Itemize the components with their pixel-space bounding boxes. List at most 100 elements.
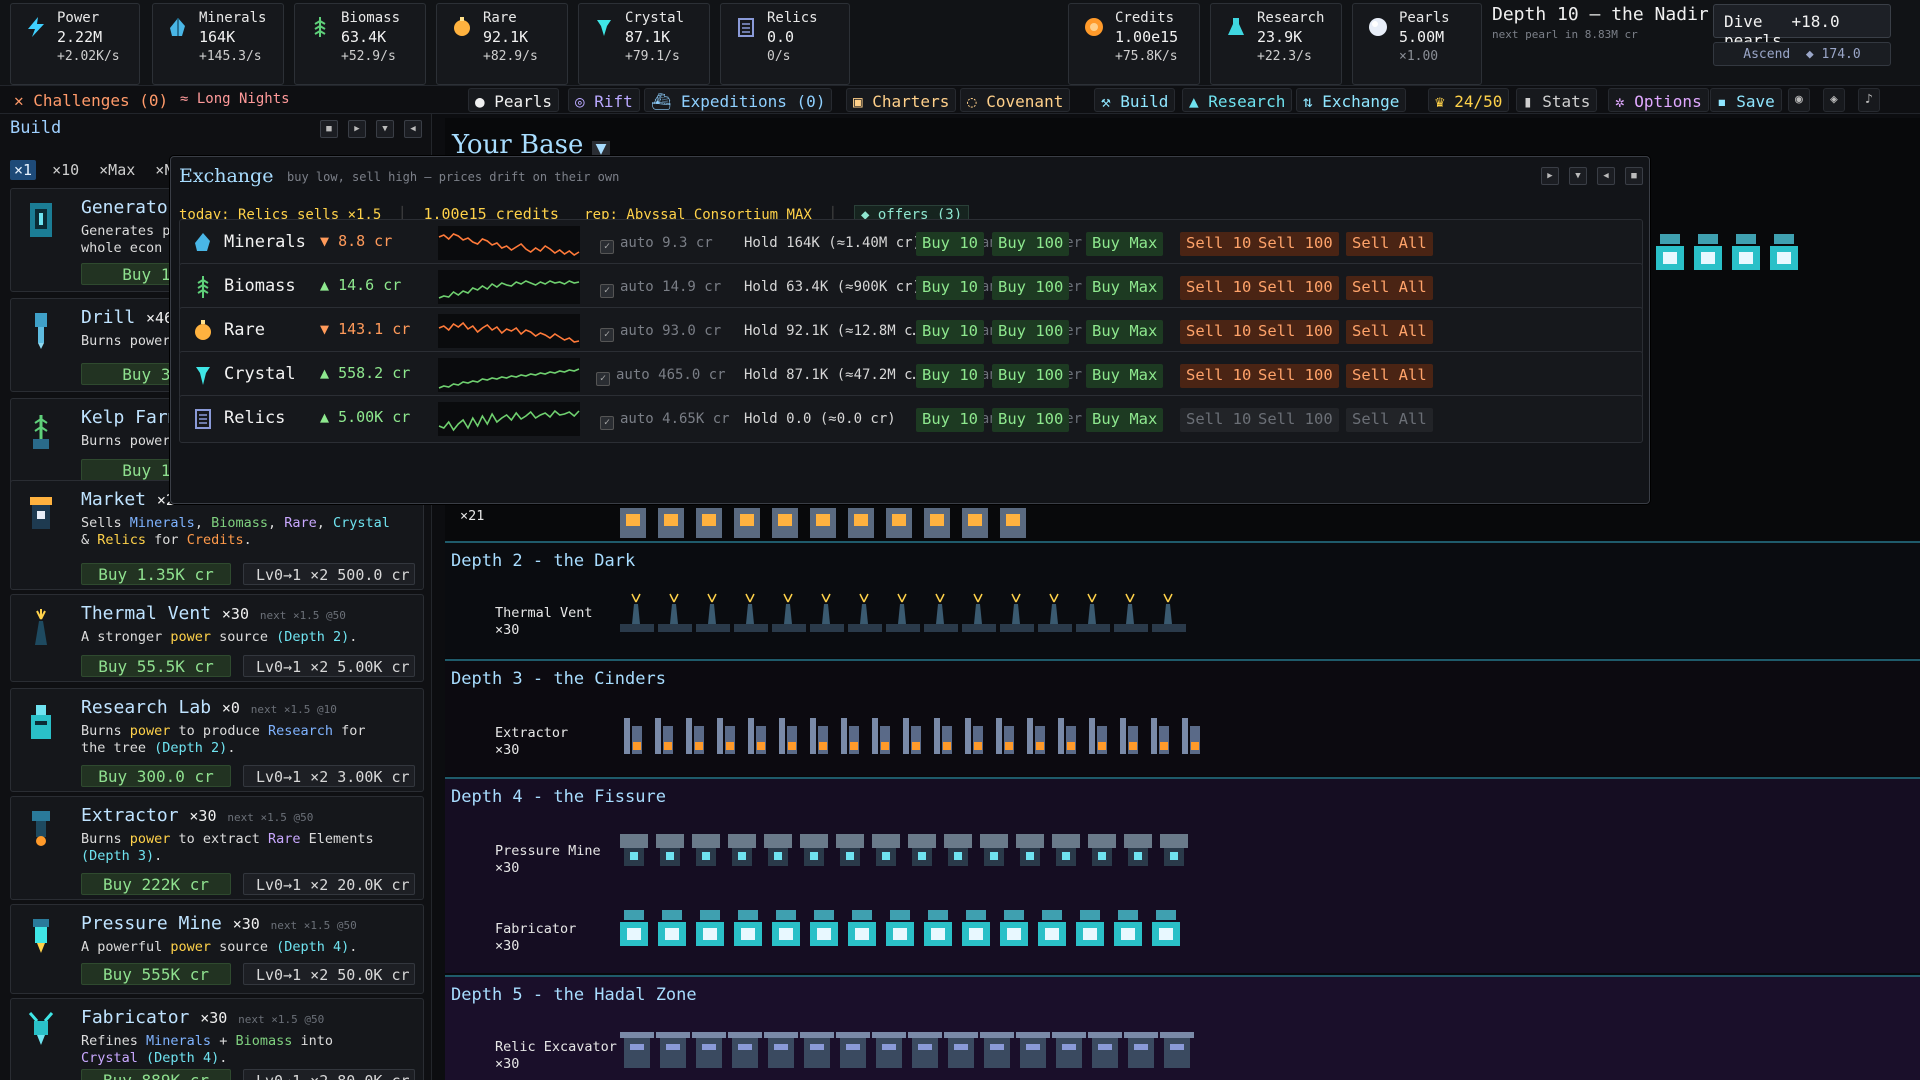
checkbox-checked[interactable]: ✓ — [600, 240, 614, 254]
sell-10-button[interactable]: Sell 10 — [1180, 364, 1258, 388]
machine-row-depth1 — [1656, 232, 1806, 280]
buy-10-button[interactable]: Buy 10 — [916, 276, 984, 300]
level-up-button[interactable]: Lv0→1 ×2 500.0 cr — [243, 563, 415, 585]
tab-charters[interactable]: ▣ Charters — [846, 88, 957, 112]
resource-rate: +2.02K/s — [57, 49, 120, 64]
sell-10-button[interactable]: Sell 10 — [1180, 276, 1258, 300]
buy-100-button[interactable]: Buy 100 — [992, 408, 1070, 432]
level-up-button[interactable]: Lv0→1 ×2 50.0K cr — [243, 963, 415, 985]
exchange-row-minerals: Minerals ▼ 8.8 cr ✓ auto 9.3 cr Hold 164K (≈… — [179, 219, 1643, 267]
qty-x10[interactable]: ×10 — [48, 160, 83, 180]
chevron-down-icon[interactable]: ▼ — [591, 141, 611, 157]
music-icon[interactable]: ♪ — [1858, 88, 1880, 112]
buy-max-button[interactable]: Buy Max — [1086, 276, 1164, 300]
auto-trade-toggle[interactable]: ✓ auto 14.9 cr — [600, 279, 721, 298]
tab-stats[interactable]: ▮ Stats — [1516, 88, 1598, 112]
collapse-icon[interactable]: ■ — [320, 120, 338, 138]
tab-exchange[interactable]: ⇅ Exchange — [1296, 88, 1407, 112]
buy-button[interactable]: Buy 889K cr — [81, 1069, 231, 1080]
buy-10-button[interactable]: Buy 10 — [916, 320, 984, 344]
sell-100-button[interactable]: Sell 100 — [1252, 408, 1339, 432]
sell-all-button[interactable]: Sell All — [1346, 232, 1433, 256]
resource-rate: +22.3/s — [1257, 49, 1312, 64]
tab-options[interactable]: ✲ Options — [1608, 88, 1709, 112]
long-nights-badge[interactable]: ≈ Long Nights — [174, 88, 296, 112]
checkbox-checked[interactable]: ✓ — [600, 284, 614, 298]
checkbox-checked[interactable]: ✓ — [596, 372, 610, 386]
sell-10-button[interactable]: Sell 10 — [1180, 408, 1258, 432]
tab-covenant[interactable]: ◌ Covenant — [960, 88, 1071, 112]
tab-label: Charters — [872, 92, 950, 111]
credits-icon — [1085, 18, 1103, 36]
buy-10-button[interactable]: Buy 10 — [916, 364, 984, 388]
buy-max-button[interactable]: Buy Max — [1086, 364, 1164, 388]
buy-100-button[interactable]: Buy 100 — [992, 232, 1070, 256]
buy-max-button[interactable]: Buy Max — [1086, 408, 1164, 432]
buy-max-button[interactable]: Buy Max — [1086, 320, 1164, 344]
section-title: Depth 5 - the Hadal Zone — [451, 985, 697, 1005]
play-icon[interactable]: ▶ — [1541, 167, 1559, 185]
buy-button[interactable]: Buy 1.35K cr — [81, 563, 231, 585]
chevron-left-icon[interactable]: ◀ — [404, 120, 422, 138]
chevron-down-icon[interactable]: ▼ — [376, 120, 394, 138]
tab-build[interactable]: ⚒ Build — [1094, 88, 1176, 112]
exchange-modal: Exchange buy low, sell high — prices dri… — [170, 156, 1650, 504]
sell-all-button[interactable]: Sell All — [1346, 320, 1433, 344]
holdings-text: Hold 63.4K (≈900K cr) — [744, 279, 922, 295]
save-button[interactable]: ▪ Save — [1710, 88, 1782, 112]
buy-button[interactable]: Buy 300.0 cr — [81, 765, 231, 787]
chevron-down-icon[interactable]: ▼ — [1569, 167, 1587, 185]
crystal-icon — [597, 20, 611, 36]
buy-10-button[interactable]: Buy 10 — [916, 232, 984, 256]
resource-name: Power — [57, 10, 100, 26]
tab-pearls[interactable]: ● Pearls — [468, 88, 560, 112]
sell-all-button[interactable]: Sell All — [1346, 408, 1433, 432]
tab-research[interactable]: ▲ Research — [1182, 88, 1293, 112]
auto-trade-toggle[interactable]: ✓ auto 9.3 cr — [600, 235, 713, 254]
sell-10-button[interactable]: Sell 10 — [1180, 320, 1258, 344]
auto-trade-toggle[interactable]: ✓ auto 465.0 cr — [596, 367, 726, 386]
close-icon[interactable]: ■ — [1625, 167, 1643, 185]
sell-100-button[interactable]: Sell 100 — [1252, 276, 1339, 300]
buy-button[interactable]: Buy 555K cr — [81, 963, 231, 985]
checkbox-checked[interactable]: ✓ — [600, 416, 614, 430]
build-card-fabricator: Fabricator ×30 next ×1.5 @50 Refines Min… — [10, 998, 424, 1080]
chevron-left-icon[interactable]: ◀ — [1597, 167, 1615, 185]
level-up-button[interactable]: Lv0→1 ×2 20.0K cr — [243, 873, 415, 895]
buy-button[interactable]: Buy 55.5K cr — [81, 655, 231, 677]
auto-trade-toggle[interactable]: ✓ auto 93.0 cr — [600, 323, 721, 342]
buy-100-button[interactable]: Buy 100 — [992, 276, 1070, 300]
sell-100-button[interactable]: Sell 100 — [1252, 364, 1339, 388]
sell-100-button[interactable]: Sell 100 — [1252, 320, 1339, 344]
discord-icon[interactable]: ◈ — [1823, 88, 1845, 112]
auto-trade-toggle[interactable]: ✓ auto 4.65K cr — [600, 411, 730, 430]
resource-name: Credits — [1115, 10, 1175, 26]
screenshot-icon[interactable]: ◉ — [1788, 88, 1810, 112]
qty-xmax[interactable]: ×Max — [95, 160, 139, 180]
level-up-button[interactable]: Lv0→1 ×2 80.0K cr — [243, 1069, 415, 1080]
level-up-button[interactable]: Lv0→1 ×2 5.00K cr — [243, 655, 415, 677]
challenges-tab[interactable]: ✕ Challenges (0) — [8, 88, 174, 112]
resource-crystal: Crystal 87.1K +79.1/s — [578, 3, 710, 85]
level-up-button[interactable]: Lv0→1 ×2 3.00K cr — [243, 765, 415, 787]
buy-100-button[interactable]: Buy 100 — [992, 364, 1070, 388]
play-icon[interactable]: ▶ — [348, 120, 366, 138]
buy-button[interactable]: Buy 222K cr — [81, 873, 231, 895]
trophies-button[interactable]: ♛ 24/50 — [1428, 88, 1510, 112]
buy-max-button[interactable]: Buy Max — [1086, 232, 1164, 256]
tab-expeditions[interactable]: ⛴ Expeditions (0) — [644, 88, 833, 112]
buy-10-button[interactable]: Buy 10 — [916, 408, 984, 432]
ascend-button[interactable]: Ascend ◆ 174.0 — [1713, 42, 1891, 66]
sell-all-button[interactable]: Sell All — [1346, 276, 1433, 300]
checkbox-checked[interactable]: ✓ — [600, 328, 614, 342]
tab-label: Stats — [1542, 92, 1591, 111]
sell-100-button[interactable]: Sell 100 — [1252, 232, 1339, 256]
qty-x1[interactable]: ×1 — [10, 160, 37, 180]
dive-button[interactable]: Dive +18.0 pearls — [1713, 4, 1891, 50]
close-x-icon: ✕ — [14, 91, 34, 110]
buy-100-button[interactable]: Buy 100 — [992, 320, 1070, 344]
sell-all-button[interactable]: Sell All — [1346, 364, 1433, 388]
sell-10-button[interactable]: Sell 10 — [1180, 232, 1258, 256]
kelp-icon — [197, 276, 209, 298]
tab-rift[interactable]: ◎ Rift — [568, 88, 640, 112]
